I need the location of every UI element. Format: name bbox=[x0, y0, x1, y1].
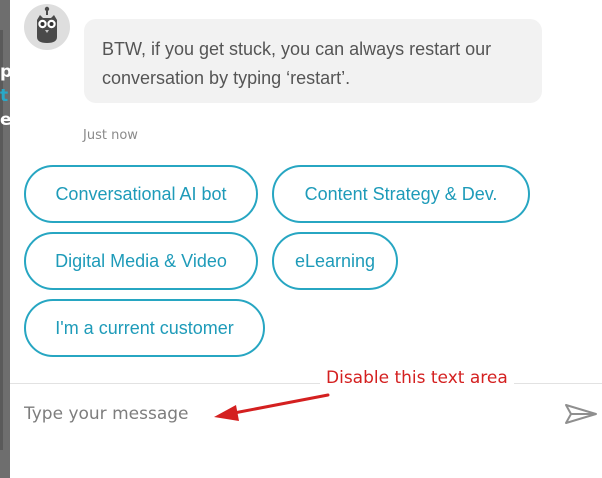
quick-reply-digital-media-video[interactable]: Digital Media & Video bbox=[24, 232, 258, 290]
quick-reply-content-strategy[interactable]: Content Strategy & Dev. bbox=[272, 165, 530, 223]
quick-reply-current-customer[interactable]: I'm a current customer bbox=[24, 299, 265, 357]
quick-reply-elearning[interactable]: eLearning bbox=[272, 232, 398, 290]
background-text-fragment: t bbox=[0, 86, 9, 106]
quick-reply-conversational-ai-bot[interactable]: Conversational AI bot bbox=[24, 165, 258, 223]
owl-bot-icon bbox=[37, 6, 57, 43]
send-button[interactable] bbox=[554, 397, 600, 431]
bot-avatar bbox=[24, 4, 70, 50]
chat-widget: BTW, if you get stuck, you can always re… bbox=[10, 0, 602, 478]
message-timestamp: Just now bbox=[83, 128, 138, 143]
background-page-strip: p t e bbox=[0, 0, 12, 478]
annotation-label: Disable this text area bbox=[320, 365, 514, 391]
message-input[interactable] bbox=[12, 394, 542, 434]
send-icon bbox=[565, 404, 597, 424]
bot-message-bubble: BTW, if you get stuck, you can always re… bbox=[84, 19, 542, 103]
